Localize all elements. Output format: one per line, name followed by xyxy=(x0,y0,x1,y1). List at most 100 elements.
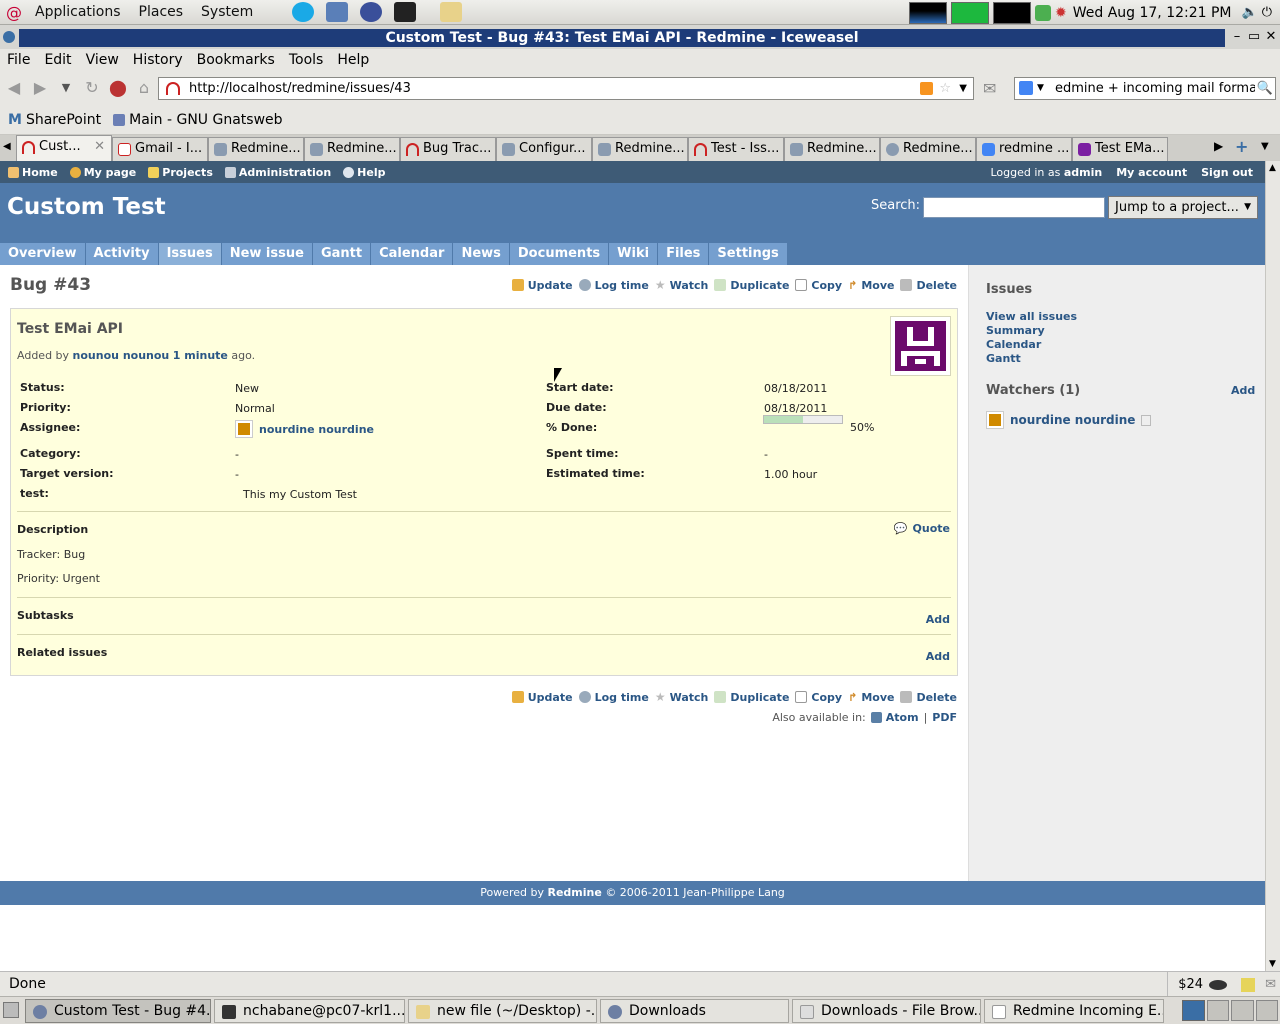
jump-to-project-select[interactable]: Jump to a project... ▼ xyxy=(1108,196,1258,219)
history-dropdown-icon[interactable]: ▼ xyxy=(55,77,77,99)
menu-tools[interactable]: Tools xyxy=(282,52,331,68)
tab-settings[interactable]: Settings xyxy=(709,243,787,265)
quote-link[interactable]: 💬 Quote xyxy=(894,522,950,535)
duplicate-link[interactable]: Duplicate xyxy=(714,691,789,704)
move-link[interactable]: ↱ Move xyxy=(848,691,894,704)
debian-logo-icon[interactable]: @ xyxy=(6,3,22,22)
tab-redmine-3[interactable]: Redmine... xyxy=(592,137,688,161)
taskbar-item-downloads[interactable]: Downloads xyxy=(600,998,789,1023)
rss-icon[interactable] xyxy=(920,82,933,95)
log-time-link[interactable]: Log time xyxy=(578,691,649,704)
sidebar-gantt[interactable]: Gantt xyxy=(986,352,1021,365)
top-menu-administration[interactable]: Administration xyxy=(224,166,331,179)
notes-launcher-icon[interactable] xyxy=(440,2,463,22)
top-menu-help[interactable]: Help xyxy=(343,166,385,179)
menu-edit[interactable]: Edit xyxy=(37,52,78,68)
cpu-monitor-icon[interactable] xyxy=(908,1,947,24)
add-watcher-link[interactable]: Add xyxy=(1231,384,1255,397)
author-link[interactable]: nounou nounou xyxy=(73,349,170,362)
delete-link[interactable]: Delete xyxy=(900,279,957,292)
bookmark-sharepoint[interactable]: M SharePoint xyxy=(4,112,105,128)
settings-gear-icon[interactable]: ✹ xyxy=(1055,5,1067,21)
add-related-link[interactable]: Add xyxy=(926,650,950,663)
panel-menu-system[interactable]: System xyxy=(192,0,262,25)
my-account-link[interactable]: My account xyxy=(1116,166,1187,179)
memory-monitor-icon[interactable] xyxy=(950,1,989,24)
age-link[interactable]: 1 minute xyxy=(173,349,228,362)
tab-wiki[interactable]: Wiki xyxy=(609,243,658,265)
forward-icon[interactable]: ▶ xyxy=(29,77,51,99)
panel-menu-places[interactable]: Places xyxy=(130,0,193,25)
logged-in-user[interactable]: admin xyxy=(1064,166,1102,179)
engine-dropdown-icon[interactable]: ▼ xyxy=(1037,78,1044,99)
top-menu-projects[interactable]: Projects xyxy=(148,166,213,179)
tab-gantt[interactable]: Gantt xyxy=(312,243,371,265)
scroll-up-icon[interactable]: ▲ xyxy=(1269,163,1276,173)
tab-documents[interactable]: Documents xyxy=(509,243,609,265)
taskbar-item-redmine-incoming[interactable]: Redmine Incoming E... xyxy=(984,998,1164,1023)
tab-test-issues[interactable]: Test - Iss... xyxy=(688,137,784,161)
taskbar-item-file-browser[interactable]: Downloads - File Brow... xyxy=(792,998,981,1023)
tab-overview[interactable]: Overview xyxy=(0,243,85,265)
search-icon[interactable]: 🔍 xyxy=(1254,78,1273,99)
power-icon[interactable]: ⏻ xyxy=(1262,5,1272,20)
page-scrollbar[interactable]: ▲ ▼ xyxy=(1265,161,1280,971)
pagerank-addon-icon[interactable] xyxy=(1241,977,1256,992)
watch-link[interactable]: ★ Watch xyxy=(655,278,709,292)
google-engine-icon[interactable] xyxy=(1019,81,1033,95)
stop-icon[interactable]: ⬤ xyxy=(107,77,129,99)
editor-launcher-icon[interactable] xyxy=(326,2,349,22)
network-monitor-icon[interactable] xyxy=(992,1,1031,24)
atom-link[interactable]: Atom xyxy=(870,711,919,724)
tab-new-issue[interactable]: New issue xyxy=(221,243,312,265)
watcher-link[interactable]: nourdine nourdine xyxy=(1010,413,1135,427)
pdf-link[interactable]: PDF xyxy=(932,711,957,724)
remove-watcher-icon[interactable] xyxy=(1141,414,1152,426)
hat-addon-icon[interactable] xyxy=(1209,979,1228,990)
sidebar-calendar[interactable]: Calendar xyxy=(986,338,1041,351)
copy-link[interactable]: Copy xyxy=(795,691,842,704)
watch-link[interactable]: ★ Watch xyxy=(655,690,709,704)
tab-scroll-left-icon[interactable]: ◀ xyxy=(3,141,11,152)
tab-gmail[interactable]: Gmail - I... xyxy=(112,137,208,161)
url-input[interactable]: http://localhost/redmine/issues/43 ☆ ▼ xyxy=(158,77,974,100)
taskbar-item-browser[interactable]: Custom Test - Bug #4... xyxy=(25,998,211,1023)
terminal-launcher-icon[interactable] xyxy=(394,2,417,22)
back-icon[interactable]: ◀ xyxy=(3,77,25,99)
update-link[interactable]: Update xyxy=(511,279,573,292)
url-dropdown-icon[interactable]: ▼ xyxy=(959,78,967,99)
tab-redmine-5[interactable]: Redmine... xyxy=(880,137,976,161)
tab-redmine-2[interactable]: Redmine... xyxy=(304,137,400,161)
scroll-down-icon[interactable]: ▼ xyxy=(1269,959,1276,969)
sidebar-view-all-issues[interactable]: View all issues xyxy=(986,310,1077,323)
tab-bug-tracker[interactable]: Bug Trac... xyxy=(400,137,496,161)
update-ok-icon[interactable] xyxy=(1034,4,1051,21)
update-link[interactable]: Update xyxy=(511,691,573,704)
window-titlebar[interactable]: Custom Test - Bug #43: Test EMai API - R… xyxy=(0,25,1280,49)
volume-icon[interactable]: 🔈 xyxy=(1242,5,1258,20)
menu-view[interactable]: View xyxy=(79,52,126,68)
close-icon[interactable]: ✕ xyxy=(1263,29,1279,45)
sidebar-summary[interactable]: Summary xyxy=(986,324,1045,337)
bookmark-star-icon[interactable]: ☆ xyxy=(939,78,951,99)
copy-link[interactable]: Copy xyxy=(795,279,842,292)
tab-close-icon[interactable]: ✕ xyxy=(94,139,105,154)
duplicate-link[interactable]: Duplicate xyxy=(714,279,789,292)
home-icon[interactable]: ⌂ xyxy=(133,77,155,99)
bookmark-gnatsweb[interactable]: Main - GNU Gnatsweb xyxy=(109,112,286,128)
assignee-link[interactable]: nourdine nourdine xyxy=(259,423,374,436)
move-link[interactable]: ↱ Move xyxy=(848,279,894,292)
tab-test-email[interactable]: Test EMa... xyxy=(1072,137,1168,161)
tab-redmine-google[interactable]: redmine ... xyxy=(976,137,1072,161)
taskbar-item-terminal[interactable]: nchabane@pc07-krl1... xyxy=(214,998,405,1023)
new-tab-icon[interactable]: + xyxy=(1235,137,1248,156)
tab-issues[interactable]: Issues xyxy=(158,243,221,265)
tab-activity[interactable]: Activity xyxy=(85,243,158,265)
browser-launcher-icon[interactable] xyxy=(360,2,383,22)
panel-clock[interactable]: Wed Aug 17, 12:21 PM xyxy=(1073,5,1232,21)
tab-configuration[interactable]: Configur... xyxy=(496,137,592,161)
top-menu-home[interactable]: Home xyxy=(8,166,58,179)
tab-custom-test[interactable]: Cust... ✕ xyxy=(16,135,112,161)
tab-redmine-1[interactable]: Redmine... xyxy=(208,137,304,161)
mail-icon[interactable]: ✉ xyxy=(983,79,996,98)
